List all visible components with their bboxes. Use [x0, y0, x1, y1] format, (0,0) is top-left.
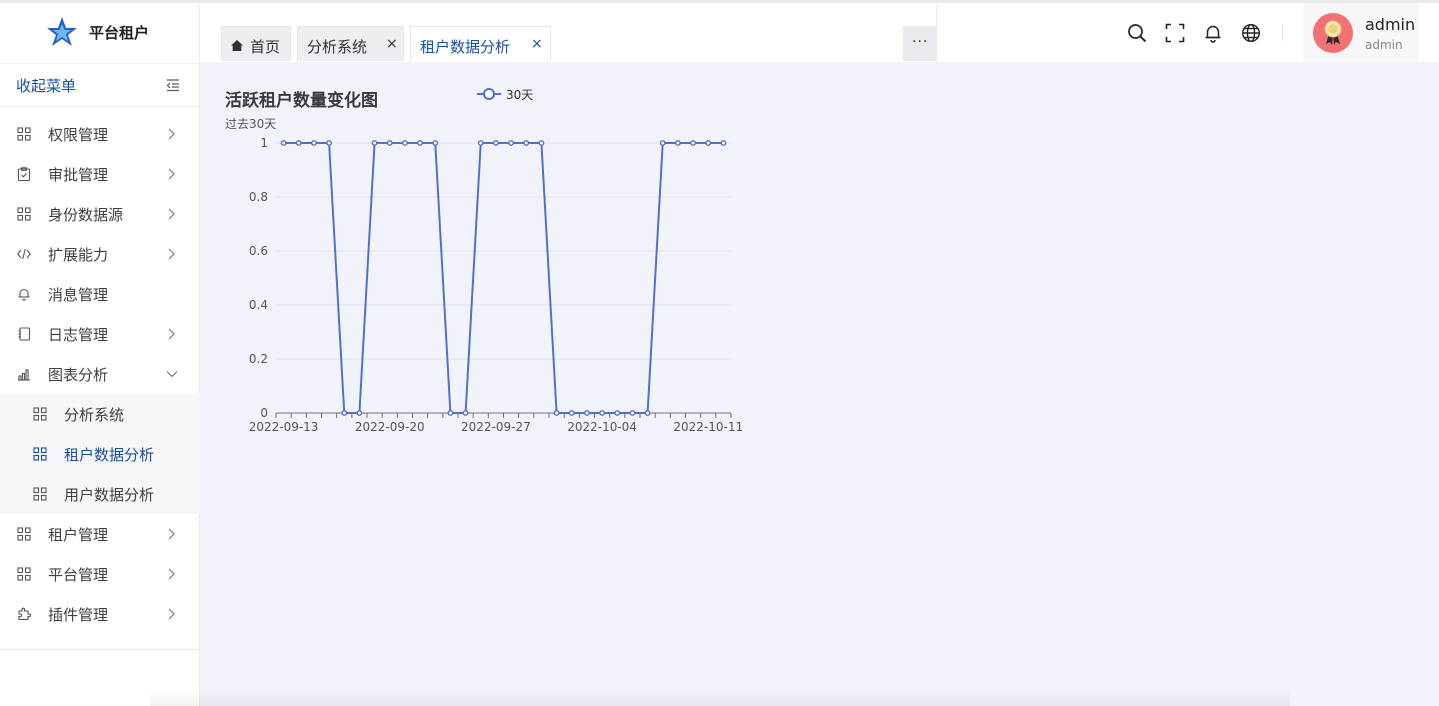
legend-marker [483, 88, 495, 100]
legend-label: 30天 [506, 88, 533, 102]
y-tick-label: 0.2 [249, 352, 268, 366]
plugin-icon [18, 607, 31, 621]
more-icon: ··· [912, 34, 929, 50]
x-tick-label: 2022-10-11 [673, 420, 743, 434]
data-point [690, 140, 696, 146]
chevron-right-icon [168, 568, 175, 580]
data-point [447, 410, 454, 416]
sidebar-subitem-user-data-analysis[interactable]: 用户数据分析 [0, 474, 200, 514]
data-point [538, 140, 545, 146]
sidebar-subitem-label: 用户数据分析 [64, 486, 155, 504]
y-tick-label: 0.4 [249, 298, 268, 312]
data-point [493, 140, 499, 146]
sidebar-item-label: 平台管理 [48, 566, 109, 584]
series-line [283, 142, 724, 414]
data-point [462, 410, 469, 416]
user-name: admin [1365, 15, 1416, 34]
data-point [644, 410, 651, 416]
y-tick-label: 0.6 [249, 244, 268, 258]
data-point [386, 140, 393, 146]
sidebar-item-plugin[interactable]: 插件管理 [0, 594, 200, 634]
data-point [629, 410, 636, 416]
sidebar-bottom-divider [0, 649, 200, 650]
y-tick-label: 0 [260, 406, 268, 420]
user-menu[interactable]: admin admin [1303, 3, 1419, 62]
search-icon[interactable] [1127, 23, 1147, 43]
data-point [432, 140, 439, 146]
data-point [280, 140, 287, 146]
x-tick-label: 2022-09-20 [355, 420, 425, 434]
user-role: admin [1365, 38, 1403, 52]
data-point [341, 410, 348, 416]
data-point [326, 140, 332, 146]
data-point [553, 410, 560, 416]
award-medal-icon [1324, 20, 1342, 45]
data-point [356, 410, 363, 416]
tabs-more-button[interactable]: ··· [903, 26, 936, 61]
data-point [675, 140, 681, 146]
data-point [477, 140, 484, 146]
data-point [659, 140, 666, 146]
data-point [599, 410, 605, 416]
data-point [371, 140, 378, 146]
data-point [705, 140, 712, 146]
y-tick-label: 0.8 [249, 190, 268, 204]
fullscreen-icon[interactable] [1165, 23, 1185, 43]
data-point [508, 140, 514, 146]
chevron-right-icon [168, 608, 175, 620]
x-tick-label: 2022-10-04 [567, 420, 637, 434]
bell-icon[interactable] [1203, 23, 1223, 43]
sidebar-item-label: 租户管理 [48, 526, 109, 544]
data-point [417, 140, 423, 146]
sidebar-item-platform[interactable]: 平台管理 [0, 554, 200, 594]
x-tick-label: 2022-09-13 [249, 420, 319, 434]
line-chart: 0 0.2 0.4 0.6 0.8 1 2022-09-13 2022-09-20 2022-0… [249, 88, 743, 434]
sidebar-item-label: 插件管理 [48, 606, 109, 624]
chevron-right-icon [168, 528, 175, 540]
grid-icon [17, 527, 31, 541]
data-point [614, 410, 621, 416]
data-point [584, 410, 590, 416]
grid-icon [17, 567, 31, 581]
data-point [311, 140, 317, 146]
sidebar-item-tenant[interactable]: 租户管理 [0, 514, 200, 554]
grid-icon [33, 487, 47, 501]
data-point [720, 140, 727, 146]
bottom-shadow [150, 690, 1290, 706]
globe-icon[interactable] [1241, 23, 1261, 43]
data-point [523, 140, 530, 146]
x-tick-label: 2022-09-27 [461, 420, 531, 434]
avatar [1313, 13, 1353, 53]
header-divider [1282, 25, 1283, 41]
data-point [295, 140, 302, 146]
y-tick-label: 1 [260, 136, 268, 150]
data-point [568, 410, 575, 416]
data-point [402, 140, 408, 146]
